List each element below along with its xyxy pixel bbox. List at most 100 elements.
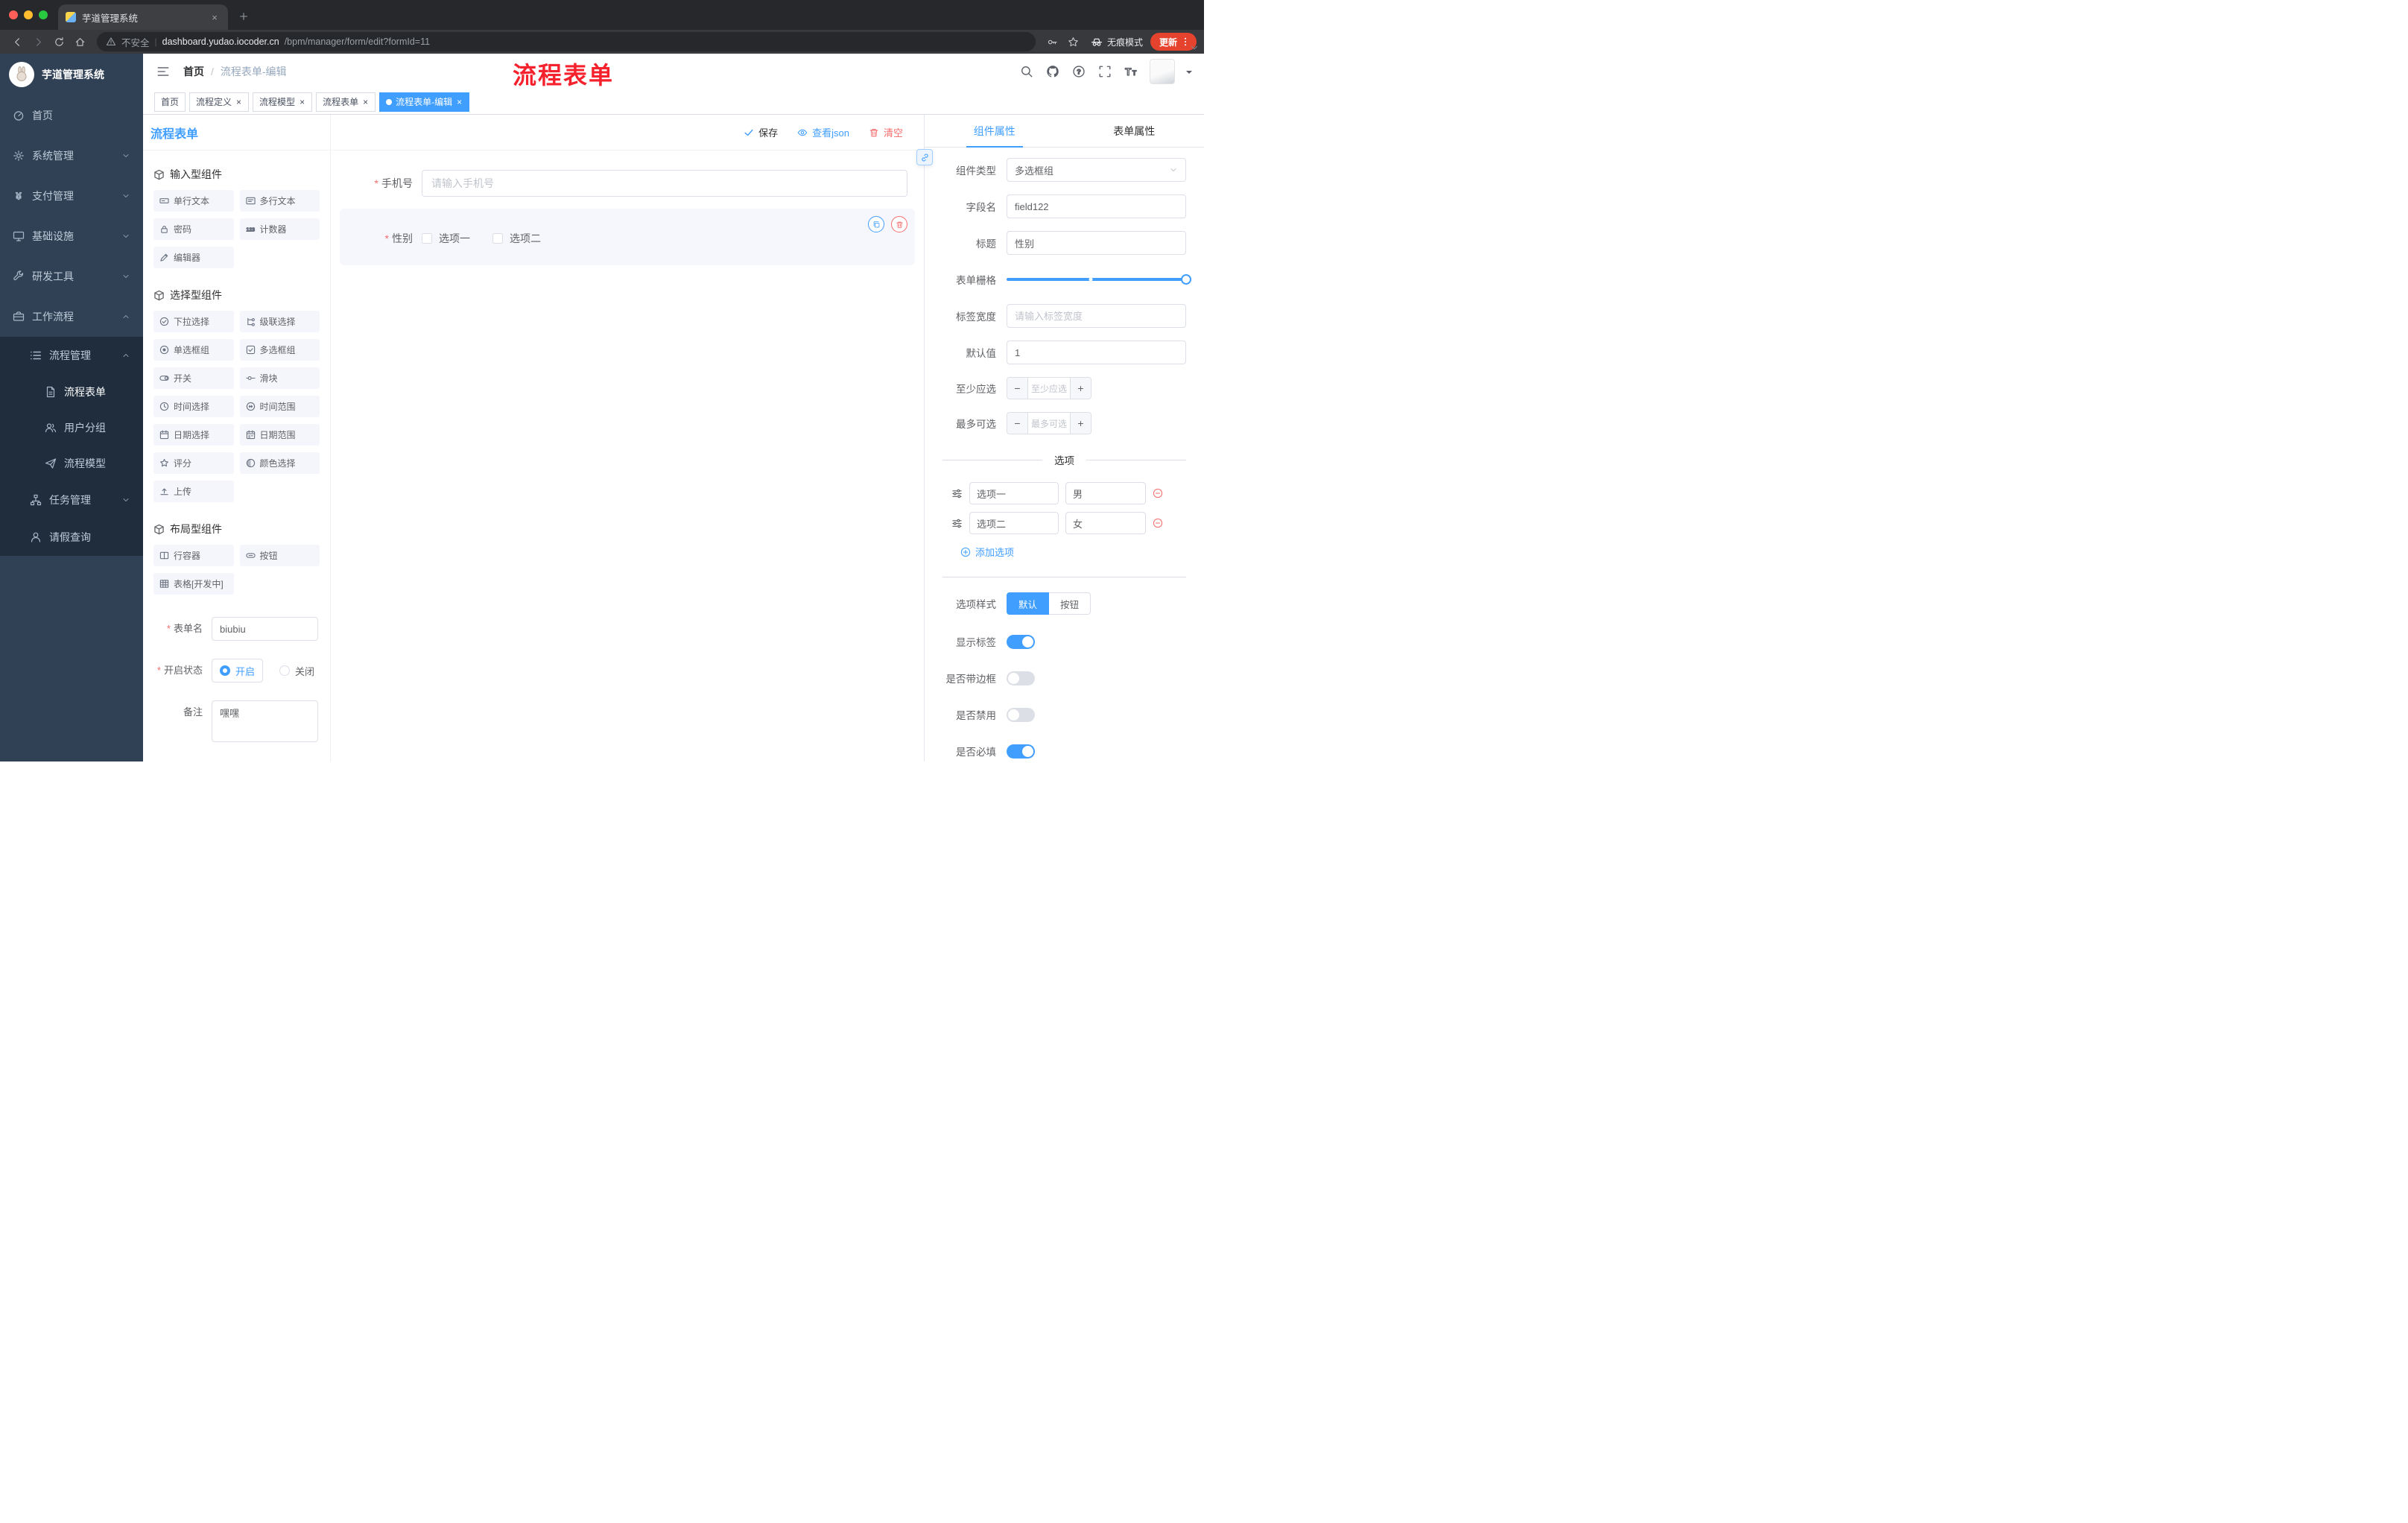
increase-button[interactable]: + xyxy=(1070,413,1091,434)
sidebar-item-workflow[interactable]: 工作流程 xyxy=(0,297,143,337)
form-remark-textarea[interactable]: 嘿嘿 xyxy=(212,700,318,742)
password-key-icon[interactable] xyxy=(1043,32,1062,51)
forward-icon[interactable] xyxy=(28,32,48,51)
clear-button[interactable]: 清空 xyxy=(869,125,903,139)
sidebar-item-process-form[interactable]: 流程表单 xyxy=(0,374,143,410)
reload-icon[interactable] xyxy=(49,32,69,51)
sidebar-item-process-management[interactable]: 流程管理 xyxy=(0,337,143,374)
address-bar[interactable]: 不安全 | dashboard.yudao.iocoder.cn/bpm/man… xyxy=(97,32,1036,51)
min-select-value[interactable]: 至少应选 xyxy=(1028,378,1070,399)
radio-closed[interactable]: 关闭 xyxy=(279,664,314,678)
home-icon[interactable] xyxy=(70,32,89,51)
drag-handle-icon[interactable] xyxy=(951,488,963,499)
tab-component-props[interactable]: 组件属性 xyxy=(925,115,1065,147)
copy-component-button[interactable] xyxy=(868,216,884,232)
view-json-button[interactable]: 查看json xyxy=(797,125,849,139)
palette-item-cascader[interactable]: 级联选择 xyxy=(239,311,320,332)
drag-handle-icon[interactable] xyxy=(951,518,963,529)
tab-close-icon[interactable]: × xyxy=(209,12,221,23)
doc-link-icon[interactable] xyxy=(916,149,933,165)
palette-item-color-picker[interactable]: 颜色选择 xyxy=(239,452,320,474)
disabled-switch[interactable] xyxy=(1007,707,1035,722)
palette-item-checkbox-group[interactable]: 多选框组 xyxy=(239,339,320,361)
grid-slider[interactable] xyxy=(1007,267,1191,291)
sidebar-item-leave-query[interactable]: 请假查询 xyxy=(0,519,143,556)
option-1-label-input[interactable] xyxy=(969,482,1059,504)
tag-process-form[interactable]: 流程表单 × xyxy=(316,92,376,112)
canvas-field-gender[interactable]: 性别 选项一 选项二 xyxy=(340,209,915,265)
canvas-field-phone[interactable]: 手机号 xyxy=(340,161,915,206)
field-name-input[interactable] xyxy=(1007,194,1186,218)
delete-component-button[interactable] xyxy=(891,216,907,232)
palette-item-button[interactable]: 按钮 xyxy=(239,545,320,566)
tag-close-icon[interactable]: × xyxy=(299,98,305,107)
bookmark-star-icon[interactable] xyxy=(1064,32,1083,51)
palette-item-date-picker[interactable]: 日期选择 xyxy=(153,424,234,446)
remove-option-icon[interactable] xyxy=(1153,518,1163,528)
palette-item-upload[interactable]: 上传 xyxy=(153,481,234,502)
style-button-button[interactable]: 按钮 xyxy=(1049,592,1091,615)
decrease-button[interactable]: − xyxy=(1007,413,1028,434)
label-width-input[interactable] xyxy=(1007,304,1186,328)
browser-tab[interactable]: 芋道管理系统 × xyxy=(58,4,228,30)
palette-item-table[interactable]: 表格[开发中] xyxy=(153,573,234,595)
default-value-input[interactable] xyxy=(1007,341,1186,364)
phone-field-input[interactable] xyxy=(422,170,907,197)
sidebar-fold-icon[interactable] xyxy=(155,63,171,80)
user-avatar[interactable] xyxy=(1150,59,1175,84)
palette-item-counter[interactable]: 计数器 xyxy=(239,218,320,240)
option-2-label-input[interactable] xyxy=(969,512,1059,534)
font-size-icon[interactable] xyxy=(1124,64,1138,79)
max-select-value[interactable]: 最多可选 xyxy=(1028,413,1070,434)
sidebar-item-infrastructure[interactable]: 基础设施 xyxy=(0,216,143,256)
radio-open[interactable]: 开启 xyxy=(212,659,264,683)
tag-process-form-edit[interactable]: 流程表单-编辑 × xyxy=(379,92,470,112)
increase-button[interactable]: + xyxy=(1070,378,1091,399)
breadcrumb-home[interactable]: 首页 xyxy=(183,64,204,79)
window-minimize-button[interactable] xyxy=(24,10,33,19)
avatar-caret-icon[interactable] xyxy=(1186,70,1192,77)
sidebar-item-devtools[interactable]: 研发工具 xyxy=(0,256,143,297)
tag-close-icon[interactable]: × xyxy=(456,98,463,107)
palette-item-text-input[interactable]: 单行文本 xyxy=(153,190,234,212)
palette-item-password[interactable]: 密码 xyxy=(153,218,234,240)
save-button[interactable]: 保存 xyxy=(744,125,778,139)
form-name-input[interactable] xyxy=(212,617,318,641)
tag-close-icon[interactable]: × xyxy=(362,98,369,107)
toolbar-chevron-icon[interactable] xyxy=(1189,42,1200,53)
slider-handle[interactable] xyxy=(1181,274,1191,285)
option-2-value-input[interactable] xyxy=(1065,512,1146,534)
palette-item-rate[interactable]: 评分 xyxy=(153,452,234,474)
title-input[interactable] xyxy=(1007,231,1186,255)
new-tab-button[interactable] xyxy=(232,5,255,28)
palette-item-row-container[interactable]: 行容器 xyxy=(153,545,234,566)
decrease-button[interactable]: − xyxy=(1007,378,1028,399)
sidebar-logo[interactable]: 芋道管理系统 xyxy=(0,54,143,95)
tab-form-props[interactable]: 表单属性 xyxy=(1065,115,1205,147)
palette-item-date-range[interactable]: 日期范围 xyxy=(239,424,320,446)
palette-item-textarea[interactable]: 多行文本 xyxy=(239,190,320,212)
palette-item-editor[interactable]: 编辑器 xyxy=(153,247,234,268)
sidebar-item-home[interactable]: 首页 xyxy=(0,95,143,136)
required-switch[interactable] xyxy=(1007,744,1035,759)
search-icon[interactable] xyxy=(1019,64,1034,79)
back-icon[interactable] xyxy=(7,32,27,51)
tag-process-definition[interactable]: 流程定义 × xyxy=(189,92,250,112)
palette-item-time-picker[interactable]: 时间选择 xyxy=(153,396,234,417)
sidebar-item-process-model[interactable]: 流程模型 xyxy=(0,446,143,481)
window-zoom-button[interactable] xyxy=(39,10,48,19)
window-close-button[interactable] xyxy=(9,10,18,19)
border-switch[interactable] xyxy=(1007,671,1035,685)
palette-item-switch[interactable]: 开关 xyxy=(153,367,234,389)
github-icon[interactable] xyxy=(1045,64,1060,79)
tag-process-model[interactable]: 流程模型 × xyxy=(253,92,313,112)
add-option-button[interactable]: 添加选项 xyxy=(960,545,1186,559)
sidebar-item-payment[interactable]: 支付管理 xyxy=(0,176,143,216)
palette-item-select[interactable]: 下拉选择 xyxy=(153,311,234,332)
sidebar-item-system[interactable]: 系统管理 xyxy=(0,136,143,176)
fullscreen-icon[interactable] xyxy=(1097,64,1112,79)
style-default-button[interactable]: 默认 xyxy=(1007,592,1050,615)
option-1-value-input[interactable] xyxy=(1065,482,1146,504)
sidebar-item-task-management[interactable]: 任务管理 xyxy=(0,481,143,519)
checkbox-option-2[interactable]: 选项二 xyxy=(492,231,541,246)
